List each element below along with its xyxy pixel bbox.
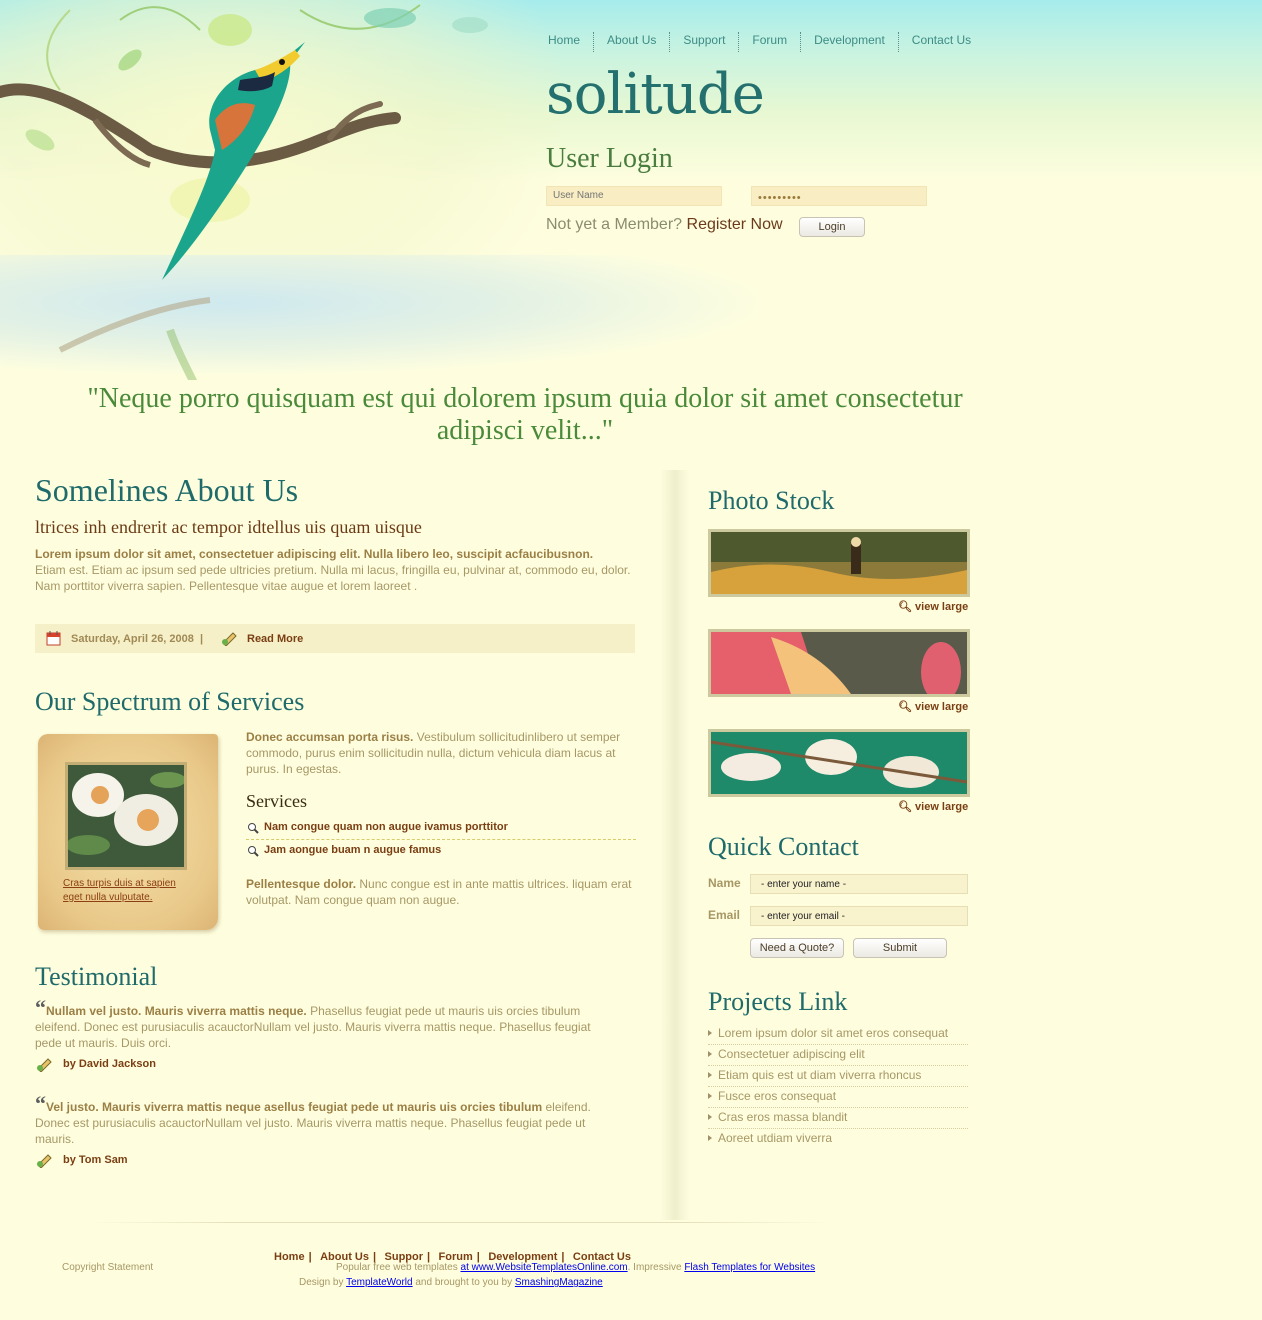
bird-on-branch-illustration [0, 4, 488, 380]
testimonial-2: “Vel justo. Mauris viverra mattis neque … [35, 1093, 620, 1147]
login-register-row: Not yet a Member? Register Now [546, 216, 783, 234]
not-member-text: Not yet a Member? [546, 216, 683, 233]
photo-stock-title: Photo Stock [708, 486, 835, 515]
flower-illustration [68, 765, 184, 867]
services-lead2: Pellentesque dolor. [246, 877, 357, 891]
view-large-link-2[interactable]: 🔍︎ view large [898, 700, 968, 713]
name-label: Name [708, 876, 741, 890]
view-large-link-3[interactable]: 🔍︎ view large [898, 800, 968, 813]
project-link-6[interactable]: Aoreet utdiam viverra [708, 1129, 968, 1150]
column-divider [660, 470, 690, 1220]
services-intro: Donec accumsan porta risus. Vestibulum s… [246, 729, 636, 777]
about-lead: Lorem ipsum dolor sit amet, consectetuer… [35, 547, 594, 561]
websitetemplates-link[interactable]: at www.WebsiteTemplatesOnline.com [461, 1262, 628, 1273]
footer-home[interactable]: Home [274, 1251, 305, 1263]
submit-button[interactable]: Submit [853, 938, 947, 958]
read-more-link[interactable]: Read More [247, 633, 303, 645]
footer-text: . Impressive [627, 1262, 685, 1273]
footer-text: Popular free web templates [336, 1262, 461, 1273]
service-photo-caption[interactable]: Cras turpis duis at sapien eget nulla vu… [63, 877, 193, 905]
zoom-icon: 🔍︎ [898, 801, 912, 813]
username-field[interactable] [546, 186, 722, 206]
service-link-1[interactable]: Nam congue quam non augue ivamus porttit… [264, 821, 508, 833]
photo-thumb-hiker[interactable] [708, 529, 970, 597]
nav-home[interactable]: Home [548, 32, 593, 52]
footer-divider [90, 1222, 830, 1223]
project-link-3[interactable]: Etiam quis est ut diam viverra rhoncus [708, 1066, 968, 1087]
services-outro: Pellentesque dolor. Nunc congue est in a… [246, 876, 636, 908]
date-separator: | [200, 633, 204, 645]
smashingmagazine-link[interactable]: SmashingMagazine [515, 1277, 603, 1288]
services-title: Our Spectrum of Services [35, 687, 305, 716]
nav-support[interactable]: Support [669, 32, 738, 52]
project-link-2[interactable]: Consectetuer adipiscing elit [708, 1045, 968, 1066]
footer-text: and brought to you by [412, 1277, 515, 1288]
project-link-5[interactable]: Cras eros massa blandit [708, 1108, 968, 1129]
magnolia-photo [711, 732, 967, 794]
about-body: Etiam est. Etiam ac ipsum sed pede ultri… [35, 563, 631, 593]
quote-mark-icon: “ [35, 995, 46, 1020]
magnifier-icon [248, 823, 259, 834]
flower-photo [65, 762, 187, 870]
copyright: Copyright Statement [62, 1262, 154, 1273]
pencil-icon [37, 1154, 52, 1168]
pencil-icon [37, 1058, 52, 1072]
testimonial-2-author: by Tom Sam [63, 1154, 128, 1166]
service-link-row[interactable]: Jam aongue buam n augue famus [246, 843, 636, 862]
post-meta-bar: Saturday, April 26, 2008 | Read More [35, 624, 635, 653]
photo-thumb-magnolia[interactable] [708, 729, 970, 797]
nav-contact-us[interactable]: Contact Us [897, 32, 984, 52]
project-link-1[interactable]: Lorem ipsum dolor sit amet eros consequa… [708, 1024, 968, 1045]
footer-credits-2: Design by TemplateWorld and brought to y… [299, 1277, 603, 1288]
footer-credits-1: Popular free web templates at www.Websit… [336, 1262, 815, 1273]
zoom-icon: 🔍︎ [898, 701, 912, 713]
lily-photo [711, 632, 967, 694]
view-large-label: view large [915, 801, 969, 813]
view-large-link-1[interactable]: 🔍︎ view large [898, 600, 968, 613]
nav-about-us[interactable]: About Us [593, 32, 669, 52]
about-subtitle: ltrices inh endrerit ac tempor idtellus … [35, 517, 422, 537]
photo-thumb-lily[interactable] [708, 629, 970, 697]
magnifier-icon [248, 846, 259, 857]
services-subtitle: Services [246, 791, 307, 811]
about-title: Somelines About Us [35, 472, 299, 508]
project-link-4[interactable]: Fusce eros consequat [708, 1087, 968, 1108]
quote-mark-icon: “ [35, 1091, 46, 1116]
testimonial-1: “Nullam vel justo. Mauris viverra mattis… [35, 997, 620, 1051]
service-link-2[interactable]: Jam aongue buam n augue famus [264, 844, 441, 856]
service-link-row[interactable]: Nam congue quam non augue ivamus porttit… [246, 820, 636, 840]
email-field[interactable]: - enter your email - [750, 906, 968, 926]
pencil-icon [222, 632, 237, 646]
testimonial-1-lead: Nullam vel justo. Mauris viverra mattis … [46, 1004, 307, 1018]
templateworld-link[interactable]: TemplateWorld [346, 1277, 413, 1288]
password-field[interactable]: ••••••••• [751, 186, 927, 206]
need-quote-button[interactable]: Need a Quote? [750, 938, 844, 958]
testimonial-2-lead: Vel justo. Mauris viverra mattis neque a… [46, 1100, 543, 1114]
quick-contact-title: Quick Contact [708, 832, 859, 861]
about-text: Lorem ipsum dolor sit amet, consectetuer… [35, 546, 635, 594]
testimonial-1-author: by David Jackson [63, 1058, 156, 1070]
header-quote: "Neque porro quisquam est qui dolorem ip… [87, 383, 963, 446]
login-button[interactable]: Login [799, 217, 865, 237]
top-navigation: Home About Us Support Forum Development … [548, 32, 984, 52]
calendar-icon [46, 631, 61, 646]
zoom-icon: 🔍︎ [898, 601, 912, 613]
post-date: Saturday, April 26, 2008 [71, 633, 194, 645]
projects-title: Projects Link [708, 987, 848, 1016]
name-field[interactable]: - enter your name - [750, 874, 968, 894]
nav-development[interactable]: Development [800, 32, 898, 52]
footer-text: Design by [299, 1277, 347, 1288]
register-link[interactable]: Register Now [687, 216, 783, 233]
services-lead: Donec accumsan porta risus. [246, 730, 414, 744]
view-large-label: view large [915, 601, 969, 613]
email-label: Email [708, 908, 741, 922]
nav-forum[interactable]: Forum [738, 32, 800, 52]
site-title: solitude [546, 62, 765, 127]
flash-templates-link[interactable]: Flash Templates for Websites [684, 1262, 815, 1273]
hiker-photo [711, 532, 967, 594]
login-title: User Login [546, 143, 673, 174]
view-large-label: view large [915, 701, 969, 713]
testimonial-title: Testimonial [35, 962, 158, 991]
